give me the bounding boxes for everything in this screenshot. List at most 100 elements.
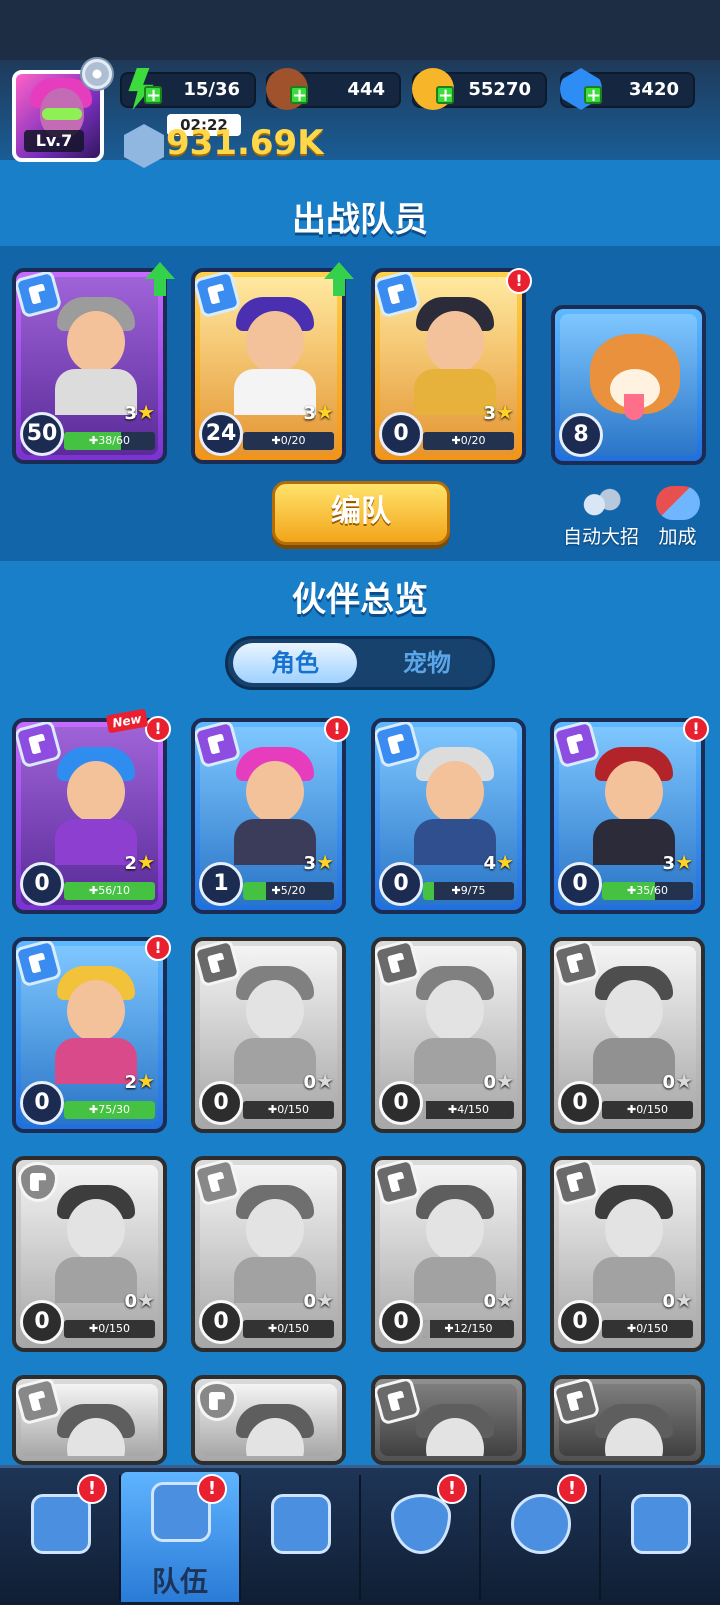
character-head [246, 761, 304, 823]
bonus-button[interactable]: 加成 [650, 486, 705, 549]
formation-button[interactable]: 编队 [272, 481, 450, 545]
partner-partial-card[interactable] [12, 1375, 167, 1465]
resource-gold-value: 55270 [468, 79, 531, 100]
partner-card[interactable]: 0 3★ ✚35/60 [550, 718, 705, 914]
settings-gear-icon[interactable] [80, 57, 114, 91]
partner-partial-card[interactable] [550, 1375, 705, 1465]
gun-icon [566, 733, 586, 755]
add-gold-button[interactable]: + [436, 86, 454, 105]
star-count: 3 [483, 403, 497, 424]
nav-tv[interactable]: ! [1, 1472, 119, 1602]
character-head [426, 980, 484, 1042]
resource-energy[interactable]: +15/36 [120, 68, 256, 110]
gun-icon [28, 952, 48, 974]
resource-energy-value: 15/36 [183, 79, 240, 100]
add-exp-food-button[interactable]: + [290, 86, 308, 105]
star-rating: 3★ [304, 850, 334, 874]
shard-count: ✚0/20 [271, 434, 306, 447]
shard-progress-fill [243, 882, 266, 900]
character-head [426, 311, 484, 373]
character-figure [585, 966, 683, 1084]
avatar-goggles [42, 108, 82, 120]
character-level: 0 [199, 1081, 243, 1125]
character-head [246, 311, 304, 373]
partner-card[interactable]: 0 0★ ✚0/150 [191, 937, 346, 1133]
add-energy-button[interactable]: + [144, 86, 162, 105]
tab-characters[interactable]: 角色 [233, 643, 357, 683]
star-icon: ★ [316, 1069, 334, 1093]
gun-icon [387, 283, 407, 305]
partner-card[interactable]: 0 0★ ✚0/150 [550, 1156, 705, 1352]
lineup-member-card[interactable]: 50 3★ ✚38/60 [12, 268, 167, 464]
nav-shield[interactable]: ! [361, 1472, 479, 1602]
star-count: 2 [124, 1072, 138, 1093]
partner-partial-card[interactable] [191, 1375, 346, 1465]
character-figure [47, 747, 145, 865]
star-count: 3 [303, 853, 317, 874]
resource-gold[interactable]: +55270 [412, 68, 547, 110]
partner-card[interactable]: 0 0★ ✚0/150 [191, 1156, 346, 1352]
character-figure [226, 1404, 324, 1456]
shard-progress-bar: ✚0/150 [602, 1101, 693, 1119]
nav-lock[interactable] [601, 1472, 719, 1602]
add-gems-button[interactable]: + [584, 86, 602, 105]
star-rating: 3★ [663, 850, 693, 874]
partner-card[interactable]: 1 3★ ✚5/20 [191, 718, 346, 914]
character-level: 0 [379, 1300, 423, 1344]
character-level: 0 [558, 1300, 602, 1344]
star-icon: ★ [137, 850, 155, 874]
character-level: 0 [379, 412, 423, 456]
alert-icon: ! [197, 1474, 227, 1504]
star-rating: 0★ [663, 1069, 693, 1093]
tab-pets[interactable]: 宠物 [365, 643, 489, 683]
character-head [246, 1199, 304, 1261]
character-head [426, 1199, 484, 1261]
alert-icon: ! [506, 268, 532, 294]
partner-card[interactable]: 0 2★ ✚56/10 [12, 718, 167, 914]
partner-card[interactable]: 0 0★ ✚0/150 [550, 937, 705, 1133]
shard-progress-fill [423, 882, 434, 900]
nav-divider [119, 1475, 121, 1600]
auto-ultimate-button[interactable]: 自动大招 [556, 486, 646, 549]
character-figure [585, 747, 683, 865]
alert-icon: ! [437, 1474, 467, 1504]
bonus-label: 加成 [658, 526, 697, 548]
partner-card[interactable]: 0 0★ ✚12/150 [371, 1156, 526, 1352]
nav-team[interactable]: 队伍! [121, 1472, 239, 1602]
gun-icon [207, 1171, 227, 1193]
map-icon [271, 1494, 331, 1554]
lineup-member-card[interactable]: 24 3★ ✚0/20 [191, 268, 346, 464]
star-count: 0 [303, 1291, 317, 1312]
star-rating: 2★ [125, 850, 155, 874]
shard-count: ✚5/20 [271, 884, 306, 897]
shard-progress-bar: ✚38/60 [64, 432, 155, 450]
star-count: 3 [303, 403, 317, 424]
star-icon: ★ [675, 850, 693, 874]
shard-progress-bar: ✚12/150 [423, 1320, 514, 1338]
shard-progress-bar: ✚0/150 [64, 1320, 155, 1338]
alert-icon: ! [145, 716, 171, 742]
partner-card[interactable]: 0 2★ ✚75/30 [12, 937, 167, 1133]
partner-card[interactable]: 0 0★ ✚0/150 [12, 1156, 167, 1352]
character-figure [226, 966, 324, 1084]
star-rating: 0★ [484, 1288, 514, 1312]
pet-card[interactable]: 8 [551, 305, 706, 465]
shard-count: ✚12/150 [444, 1322, 493, 1335]
shard-count: ✚38/60 [89, 434, 130, 447]
partner-card[interactable]: 0 4★ ✚9/75 [371, 718, 526, 914]
partner-partial-card[interactable] [371, 1375, 526, 1465]
gun-icon [566, 952, 586, 974]
lineup-member-card[interactable]: 0 3★ ✚0/20 [371, 268, 526, 464]
star-count: 3 [662, 853, 676, 874]
partner-card[interactable]: 0 0★ ✚4/150 [371, 937, 526, 1133]
star-rating: 0★ [663, 1288, 693, 1312]
resource-exp-food[interactable]: +444 [266, 68, 401, 110]
nav-target[interactable]: ! [481, 1472, 599, 1602]
star-icon: ★ [316, 850, 334, 874]
star-icon: ★ [137, 1288, 155, 1312]
resource-gems[interactable]: +3420 [560, 68, 695, 110]
star-count: 0 [303, 1072, 317, 1093]
character-figure [406, 1404, 504, 1456]
nav-map[interactable] [241, 1472, 359, 1602]
nav-label: 队伍 [151, 1565, 208, 1598]
